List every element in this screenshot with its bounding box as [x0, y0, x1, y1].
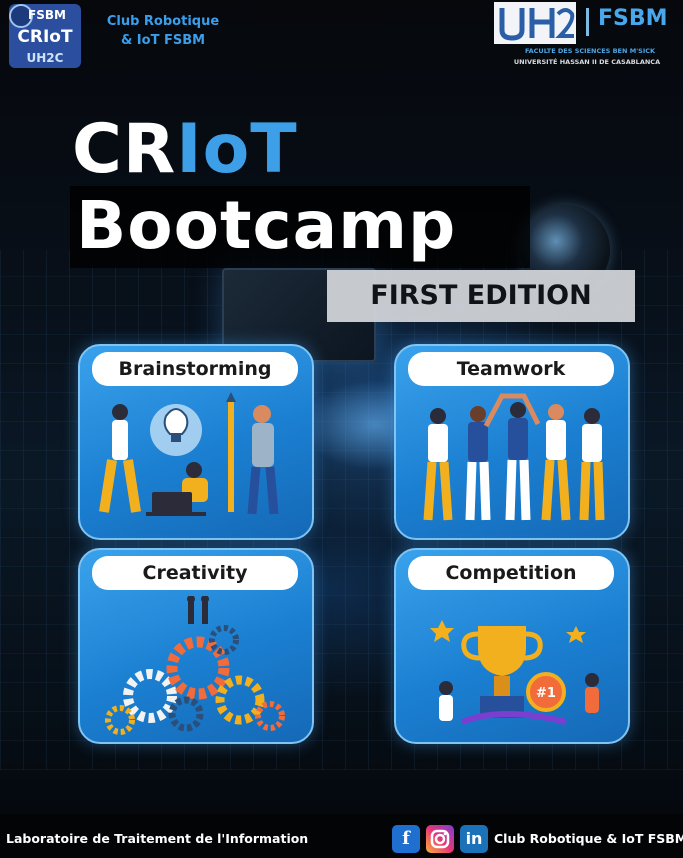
card-teamwork: Teamwork: [394, 344, 630, 540]
title-line-1: CRIoT: [72, 112, 298, 188]
creativity-gears-illustration: [105, 596, 285, 735]
title-line-2: Bootcamp: [76, 187, 457, 264]
club-logo-text-uh2c: UH2C: [27, 51, 64, 65]
club-logo-text-fsbm: FSBM: [28, 8, 66, 22]
faculty-logo: FSBM FACULTE DES SCIENCES BEN M'SICK UNI…: [494, 2, 680, 72]
lab-name: Laboratoire de Traitement de l'Informati…: [6, 831, 309, 846]
card-label-brainstorming: Brainstorming: [92, 352, 298, 386]
university-name: UNIVERSITÉ HASSAN II DE CASABLANCA: [513, 58, 661, 66]
card-label-teamwork: Teamwork: [408, 352, 614, 386]
poster: FSBM CRIoT UH2C Club Robotique & IoT FSB…: [0, 0, 683, 858]
competition-trophy-illustration: #1: [430, 620, 599, 725]
teamwork-illustration: [423, 393, 605, 521]
club-name-line2: & IoT FSBM: [120, 33, 206, 48]
svg-text:#1: #1: [536, 686, 556, 701]
facebook-icon[interactable]: f: [392, 825, 420, 853]
brainstorming-illustration: [99, 392, 279, 516]
card-creativity: Creativity: [78, 548, 314, 744]
uh2c-logo-icon: [494, 2, 576, 44]
title-iot: IoT: [176, 110, 298, 189]
instagram-icon[interactable]: [426, 825, 454, 853]
card-label-competition: Competition: [408, 556, 614, 590]
club-name: Club Robotique & IoT FSBM: [88, 12, 238, 50]
card-label-creativity: Creativity: [92, 556, 298, 590]
card-brainstorming: Brainstorming: [78, 344, 314, 540]
club-footer-name: Club Robotique & IoT FSBM: [494, 831, 683, 846]
faculty-separator: [586, 8, 589, 36]
edition-text: FIRST EDITION: [370, 280, 592, 311]
club-name-line1: Club Robotique: [106, 14, 220, 29]
linkedin-icon[interactable]: in: [460, 825, 488, 853]
faculty-name: FACULTE DES SCIENCES BEN M'SICK: [524, 47, 656, 55]
card-competition: Competition #1: [394, 548, 630, 744]
club-criot-logo: FSBM CRIoT UH2C: [9, 4, 81, 68]
title-cr: CR: [72, 110, 177, 189]
faculty-short-name: FSBM: [598, 6, 668, 31]
club-logo-text-criot: CRIoT: [17, 27, 73, 47]
